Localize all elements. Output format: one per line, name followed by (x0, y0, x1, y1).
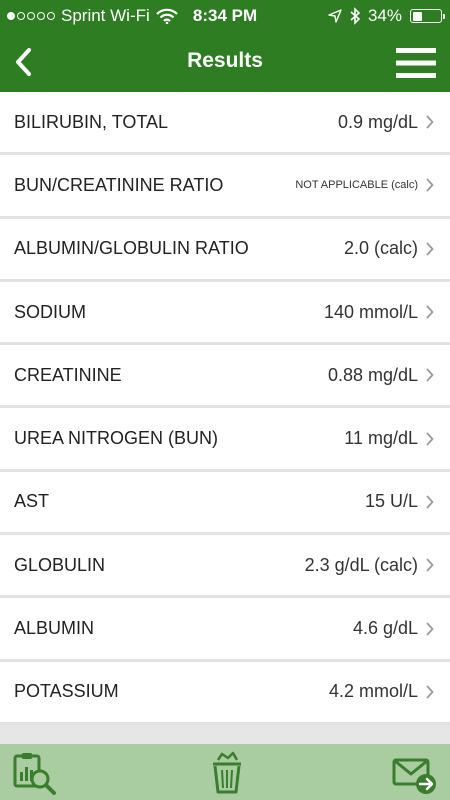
result-value: 4.2 mmol/L (328, 681, 418, 702)
result-value: 15 U/L (364, 491, 418, 512)
result-value: 2.0 (calc) (343, 238, 418, 259)
report-search-icon (13, 753, 56, 795)
result-row[interactable]: GLOBULIN 2.3 g/dL (calc) (0, 535, 450, 599)
result-name: POTASSIUM (14, 681, 119, 702)
result-name: ALBUMIN (14, 618, 95, 639)
result-value: 2.3 g/dL (calc) (304, 554, 418, 575)
delete-button[interactable] (204, 750, 250, 796)
chevron-right-icon (426, 495, 436, 509)
battery-icon (410, 9, 445, 23)
chevron-right-icon (426, 432, 436, 446)
hamburger-menu-icon (396, 48, 436, 78)
chevron-right-icon (426, 305, 436, 319)
result-value: NOT APPLICABLE (calc) (295, 179, 418, 192)
battery-percent: 34% (367, 6, 402, 25)
result-row[interactable]: AST 15 U/L (0, 471, 450, 536)
result-value: 140 mmol/L (323, 301, 418, 322)
menu-button[interactable] (396, 46, 436, 80)
email-forward-icon (392, 758, 436, 794)
battery-level (412, 11, 422, 21)
chevron-right-icon (426, 558, 436, 572)
result-row[interactable]: SODIUM 140 mmol/L (0, 281, 450, 346)
bluetooth-icon (350, 7, 360, 25)
chevron-right-icon (426, 115, 436, 129)
result-name: CREATININE (14, 364, 122, 385)
result-name: SODIUM (14, 301, 86, 322)
email-forward-button[interactable] (392, 750, 438, 796)
chevron-right-icon (426, 178, 436, 192)
result-name: ALBUMIN/GLOBULIN RATIO (14, 238, 249, 259)
result-row[interactable]: BILIRUBIN, TOTAL 0.9 mg/dL (0, 92, 450, 156)
result-name: BUN/CREATININE RATIO (14, 174, 224, 195)
nav-bar: Results (0, 32, 450, 92)
status-bar: Sprint Wi-Fi 8:34 PM 34% (0, 0, 450, 32)
wifi-icon (155, 8, 178, 24)
chevron-right-icon (426, 685, 436, 699)
result-row[interactable]: POTASSIUM 4.2 mmol/L (0, 661, 450, 725)
trash-icon (213, 751, 241, 794)
result-row[interactable]: CREATININE 0.88 mg/dL (0, 345, 450, 409)
chevron-right-icon (426, 622, 436, 636)
carrier-label: Sprint Wi-Fi (61, 6, 150, 25)
result-name: UREA NITROGEN (BUN) (14, 428, 219, 449)
result-row[interactable]: UREA NITROGEN (BUN) 11 mg/dL (0, 408, 450, 472)
result-value: 0.88 mg/dL (327, 364, 418, 385)
result-row[interactable]: BUN/CREATININE RATIO NOT APPLICABLE (calc… (0, 155, 450, 219)
chevron-right-icon (426, 242, 436, 256)
result-row[interactable]: ALBUMIN 4.6 g/dL (0, 598, 450, 662)
result-name: AST (14, 491, 50, 512)
result-name: GLOBULIN (14, 554, 106, 575)
report-search-button[interactable] (12, 750, 58, 796)
page-title: Results (187, 49, 263, 72)
location-arrow-icon (328, 9, 342, 23)
signal-strength-icon (7, 12, 55, 20)
chevron-right-icon (426, 368, 436, 382)
result-value: 11 mg/dL (344, 428, 418, 449)
result-value: 4.6 g/dL (352, 618, 418, 639)
result-row[interactable]: ALBUMIN/GLOBULIN RATIO 2.0 (calc) (0, 218, 450, 282)
bottom-toolbar (0, 744, 450, 800)
results-list[interactable]: BILIRUBIN, TOTAL 0.9 mg/dL BUN/CREATININE … (0, 92, 450, 744)
result-name: BILIRUBIN, TOTAL (14, 111, 169, 132)
result-value: 0.9 mg/dL (337, 111, 418, 132)
